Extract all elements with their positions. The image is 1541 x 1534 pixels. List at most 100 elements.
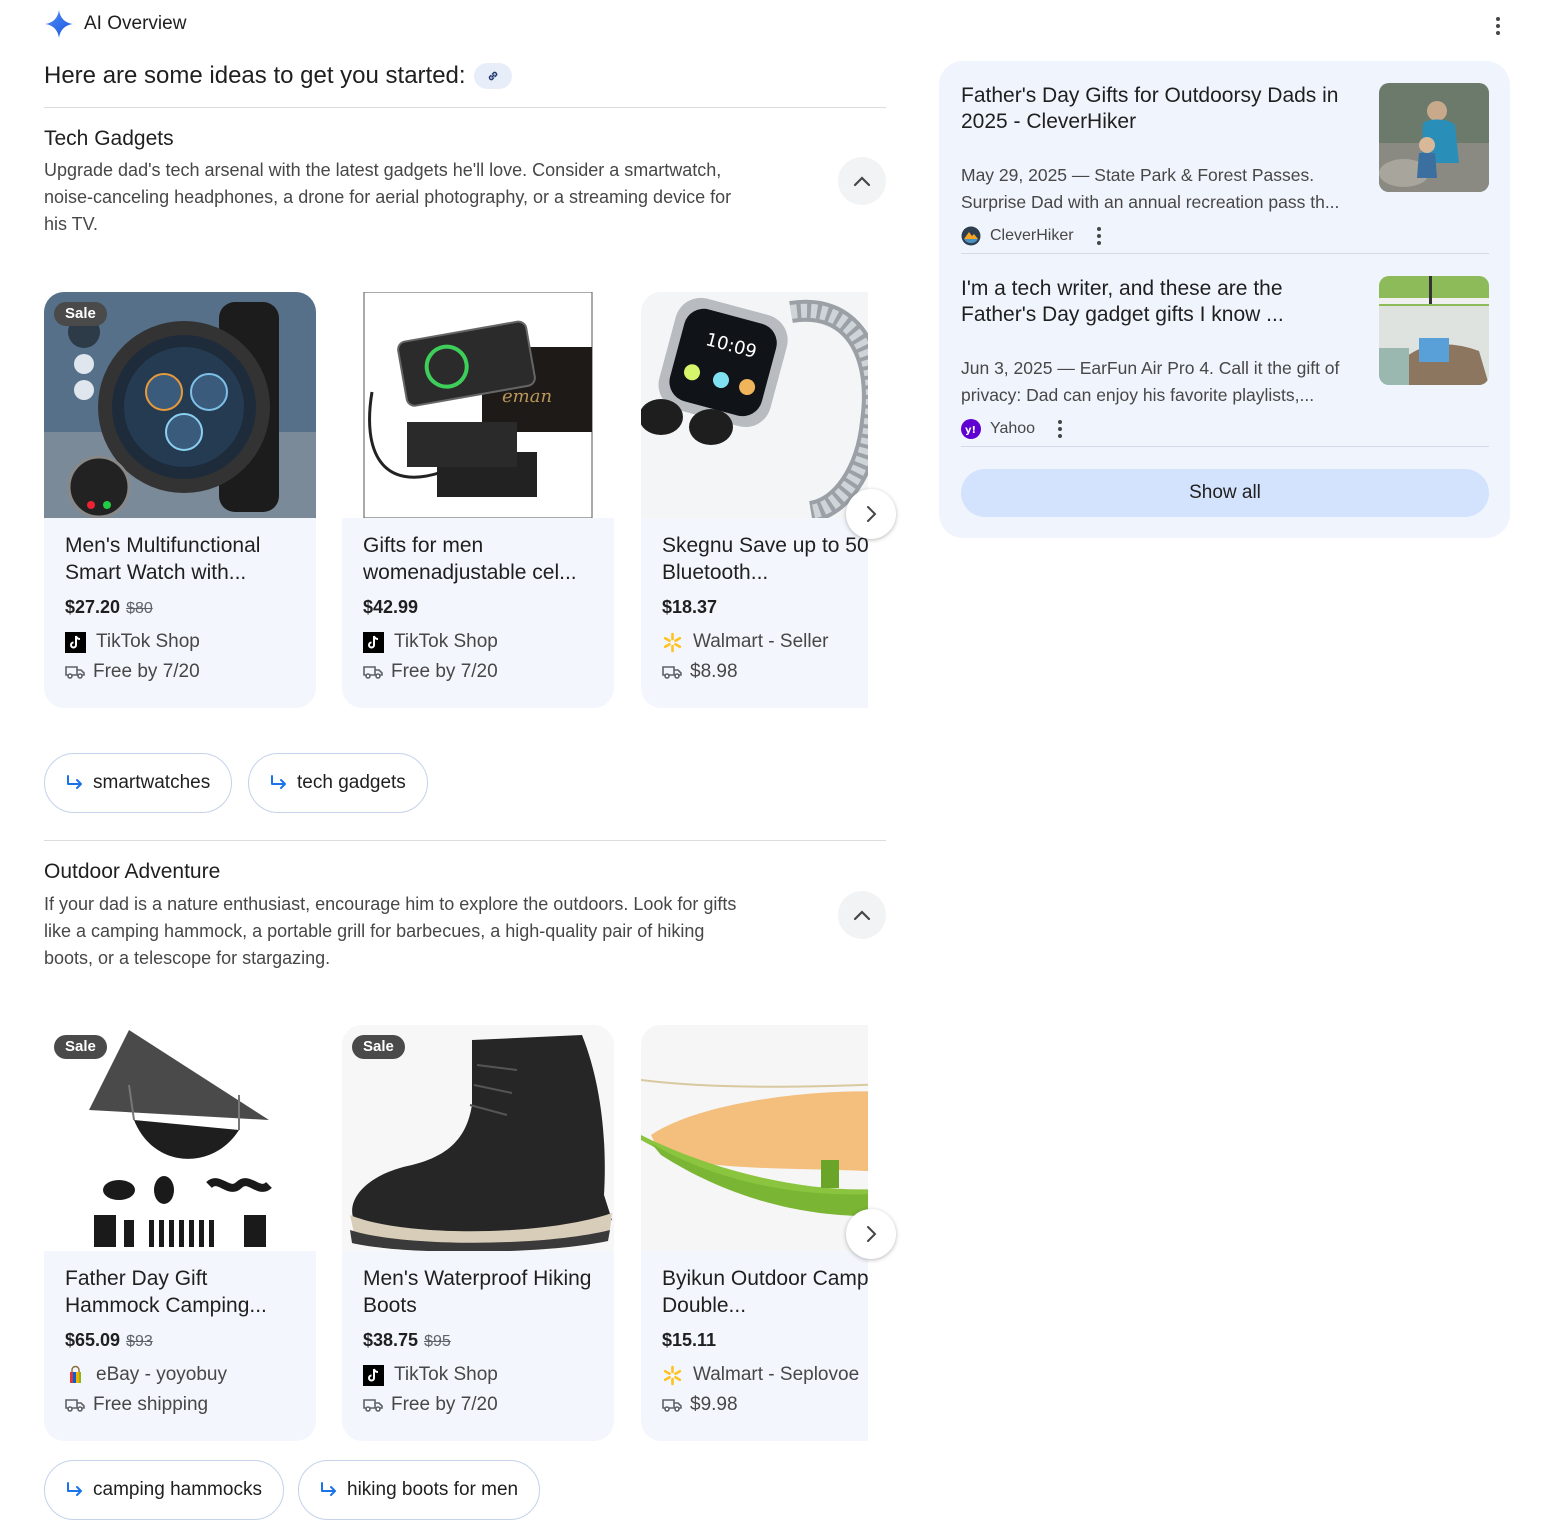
- product-shipping: $9.98: [662, 1394, 738, 1416]
- source-site-name: Yahoo: [990, 420, 1036, 437]
- section-description-outdoor-adventure: If your dad is a nature enthusiast, enco…: [44, 894, 737, 968]
- search-chip-tech-gadgets[interactable]: tech gadgets: [248, 753, 428, 813]
- current-price: $42.99: [363, 597, 419, 617]
- sources-panel: Father's Day Gifts for Outdoorsy Dads in…: [939, 61, 1510, 538]
- product-seller: eBay - yoyobuy: [65, 1364, 227, 1386]
- product-shipping: Free by 7/20: [363, 1394, 498, 1416]
- product-image-hammock-kit: Sale: [44, 1025, 316, 1251]
- collapse-section-button[interactable]: [838, 891, 886, 939]
- product-name: Byikun Outdoor Camping Double...: [662, 1267, 868, 1317]
- source-origin: CleverHiker: [961, 226, 1101, 246]
- product-carousel-tech: Sale Men's Multifunctional Smart Watch w…: [44, 292, 868, 708]
- source-site-name: CleverHiker: [990, 227, 1074, 244]
- chip-label: camping hammocks: [93, 1479, 262, 1500]
- product-card[interactable]: Sale Men's Waterproof Hiking Boots $38.7…: [342, 1025, 614, 1441]
- source-snippet: Jun 3, 2025 — EarFun Air Pro 4. Call it …: [961, 358, 1340, 405]
- search-chip-smartwatches[interactable]: smartwatches: [44, 753, 233, 813]
- search-chip-camping-hammocks[interactable]: camping hammocks: [44, 1460, 284, 1520]
- product-seller: TikTok Shop: [65, 631, 200, 653]
- product-shipping: Free by 7/20: [363, 661, 498, 683]
- product-shipping: $8.98: [662, 661, 738, 683]
- product-price: $38.75 $95: [363, 1330, 451, 1351]
- product-card[interactable]: eman Gifts for men womenadjustable cel..…: [342, 292, 614, 708]
- chip-label: tech gadgets: [297, 772, 406, 793]
- product-card[interactable]: Sale Men's Multifunctional Smart Watch w…: [44, 292, 316, 708]
- product-shipping: Free shipping: [65, 1394, 208, 1416]
- product-seller: Walmart - Seplovoe: [662, 1364, 859, 1386]
- seller-name: TikTok Shop: [394, 631, 498, 652]
- truck-icon: [363, 1399, 383, 1412]
- ebay-bag-icon: [65, 1365, 86, 1386]
- seller-name: Walmart - Seplovoe: [693, 1364, 860, 1385]
- chevron-up-icon: [853, 910, 871, 921]
- product-seller: TikTok Shop: [363, 1364, 498, 1386]
- arrow-return-icon: [321, 1482, 336, 1496]
- original-price: $95: [424, 1333, 451, 1350]
- more-options-button[interactable]: [1484, 12, 1512, 40]
- walmart-icon: [662, 632, 683, 653]
- arrow-return-icon: [271, 775, 286, 789]
- product-price: $18.37: [662, 597, 717, 618]
- intro-text: Here are some ideas to get you started:: [44, 62, 466, 89]
- walmart-icon: [662, 1365, 683, 1386]
- original-price: $93: [126, 1333, 153, 1350]
- product-name: Men's Multifunctional Smart Watch with..…: [65, 534, 261, 584]
- more-vert-icon[interactable]: [1096, 227, 1101, 245]
- sale-badge: Sale: [54, 1035, 107, 1059]
- truck-icon: [65, 1399, 85, 1412]
- svg-text:y!: y!: [965, 425, 976, 436]
- current-price: $18.37: [662, 597, 718, 617]
- intro-line: Here are some ideas to get you started:: [44, 62, 512, 90]
- divider: [961, 253, 1489, 254]
- tiktok-icon: [363, 1364, 384, 1386]
- product-card[interactable]: Byikun Outdoor Camping Double... $15.11 …: [641, 1025, 868, 1441]
- link-icon: [488, 71, 497, 81]
- chevron-right-icon: [867, 506, 877, 522]
- current-price: $15.11: [662, 1330, 717, 1350]
- source-thumbnail: [1379, 83, 1489, 192]
- product-name: Skegnu Save up to 50% Bluetooth...: [662, 534, 868, 584]
- truck-icon: [662, 666, 682, 679]
- citation-link-button[interactable]: [473, 63, 512, 89]
- gemini-sparkle-icon: [45, 10, 73, 38]
- sale-badge: Sale: [352, 1035, 405, 1059]
- current-price: $38.75: [363, 1330, 419, 1350]
- truck-icon: [65, 666, 85, 679]
- product-card[interactable]: Sale Father Day Gift Hammock Camping... …: [44, 1025, 316, 1441]
- truck-icon: [662, 1399, 682, 1412]
- ai-overview-title: AI Overview: [84, 13, 187, 34]
- product-seller: Walmart - Seller: [662, 631, 828, 653]
- source-title: Father's Day Gifts for Outdoorsy Dads in…: [961, 84, 1339, 133]
- shipping-text: $8.98: [690, 661, 738, 682]
- section-description-tech-gadgets: Upgrade dad's tech arsenal with the late…: [44, 160, 732, 234]
- search-chip-hiking-boots[interactable]: hiking boots for men: [298, 1460, 541, 1520]
- product-image-smartwatch: Sale: [44, 292, 316, 518]
- original-price: $80: [126, 600, 153, 617]
- section-title-tech-gadgets: Tech Gadgets: [44, 127, 174, 150]
- source-origin: y! Yahoo: [961, 419, 1063, 439]
- product-seller: TikTok Shop: [363, 631, 498, 653]
- source-thumbnail: [1379, 276, 1489, 385]
- product-price: $27.20 $80: [65, 597, 153, 618]
- chip-label: hiking boots for men: [347, 1479, 519, 1500]
- divider: [961, 446, 1489, 447]
- carousel-next-button[interactable]: [846, 1209, 896, 1259]
- shipping-text: Free by 7/20: [391, 661, 498, 682]
- seller-name: TikTok Shop: [394, 1364, 498, 1385]
- current-price: $27.20: [65, 597, 121, 617]
- chevron-right-icon: [867, 1226, 877, 1242]
- more-vert-icon[interactable]: [1058, 420, 1063, 438]
- carousel-next-button[interactable]: [846, 489, 896, 539]
- cleverhiker-logo-icon: [961, 226, 981, 246]
- product-shipping: Free by 7/20: [65, 661, 200, 683]
- seller-name: eBay - yoyobuy: [96, 1364, 227, 1385]
- show-all-button[interactable]: Show all: [961, 469, 1489, 517]
- shipping-text: $9.98: [690, 1394, 738, 1415]
- product-image-camping-hammock: [641, 1025, 868, 1251]
- tiktok-icon: [363, 631, 384, 653]
- more-vert-icon: [1496, 17, 1500, 35]
- product-price: $42.99: [363, 597, 418, 618]
- collapse-section-button[interactable]: [838, 157, 886, 205]
- divider: [44, 107, 886, 108]
- product-card[interactable]: 10:09 Skegnu Save up to 50% Bluetooth...…: [641, 292, 868, 708]
